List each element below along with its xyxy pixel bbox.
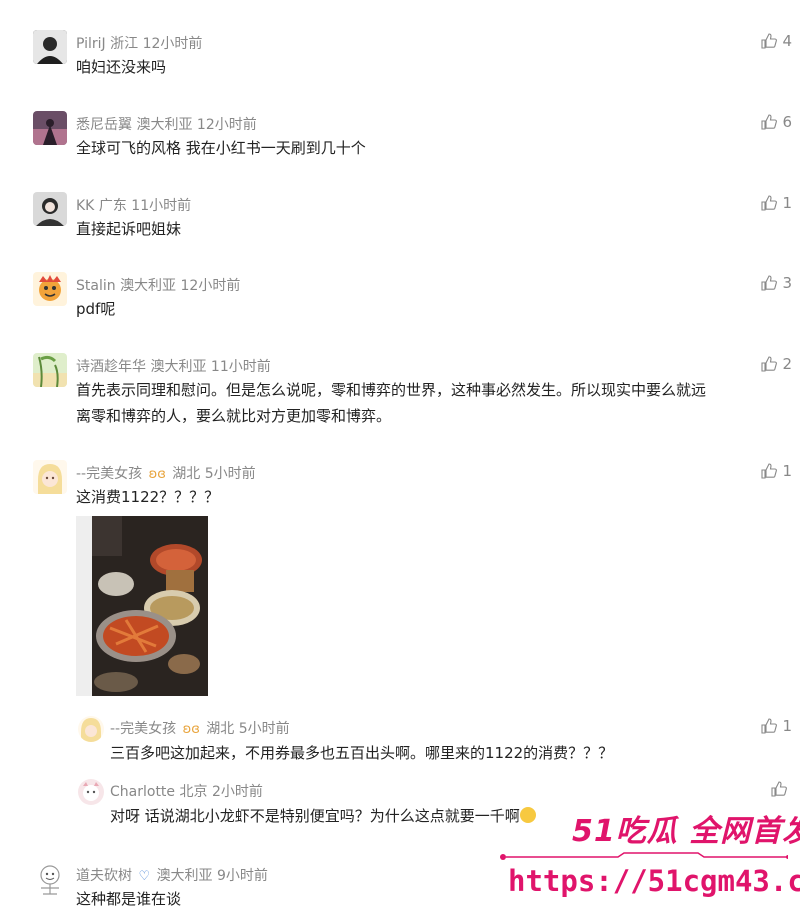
avatar[interactable]	[33, 272, 67, 306]
username[interactable]: Stalin	[76, 278, 116, 294]
like-button[interactable]: 6	[760, 113, 792, 131]
comment-text: 这种都是谁在谈	[76, 890, 182, 908]
like-button[interactable]: 1	[760, 717, 792, 735]
location: 广东	[98, 198, 127, 214]
avatar[interactable]	[78, 716, 104, 742]
timestamp: 9小时前	[217, 868, 268, 884]
watermark-title: 51吃瓜 全网首发	[572, 814, 800, 849]
username[interactable]: PilriJ	[76, 36, 106, 52]
avatar[interactable]	[33, 192, 67, 226]
username[interactable]: Charlotte	[110, 784, 175, 800]
like-button[interactable]: 1	[760, 194, 792, 212]
location: 湖北	[172, 466, 201, 482]
timestamp: 5小时前	[204, 466, 256, 482]
comment-meta: 悉尼岳翼 澳大利亚 12小时前	[76, 114, 257, 134]
thumbs-up-icon	[761, 463, 778, 479]
comment-meta: Charlotte 北京 2小时前	[110, 781, 263, 801]
like-button[interactable]: 1	[760, 462, 792, 480]
comment-meta: PilriJ 浙江 12小时前	[76, 33, 202, 53]
thumbs-up-icon	[761, 195, 778, 211]
watermark-url: https://51cgm43.com	[508, 864, 800, 898]
username[interactable]: --完美女孩	[76, 466, 142, 482]
like-count: 1	[782, 462, 792, 480]
like-count: 1	[782, 717, 792, 735]
like-count: 1	[782, 194, 792, 212]
username[interactable]: KK	[76, 198, 94, 214]
timestamp: 5小时前	[238, 721, 290, 737]
comment-text-line: 离零和博弈的人，要么就比对方更加零和博弈。	[76, 407, 392, 425]
reply-text: 三百多吧这加起来，不用券最多也五百出头啊。哪里来的1122的消费？？？	[110, 744, 614, 762]
thumbs-up-icon	[761, 33, 778, 49]
avatar[interactable]	[33, 862, 67, 896]
like-count: 6	[782, 113, 792, 131]
like-count: 4	[782, 32, 792, 50]
comment-text: 全球可飞的风格 我在小红书一天刷到几十个	[76, 139, 366, 157]
location: 澳大利亚	[120, 278, 177, 294]
comment-meta: 诗酒趁年华 澳大利亚 11小时前	[76, 356, 271, 376]
location: 澳大利亚	[136, 117, 193, 133]
timestamp: 2小时前	[211, 784, 263, 800]
watermark: 51吃瓜 全网首发 https://51cgm43.com	[498, 802, 800, 916]
like-count: 2	[782, 355, 792, 373]
thumbs-up-icon	[761, 275, 778, 291]
location: 浙江	[110, 36, 139, 52]
username[interactable]: 诗酒趁年华	[76, 359, 146, 375]
watermark-circuit-line	[500, 852, 788, 860]
like-button[interactable]: 3	[760, 274, 792, 292]
avatar[interactable]	[33, 111, 67, 145]
comment-meta: 道夫砍树 ♡ 澳大利亚 9小时前	[76, 865, 268, 885]
vip-bow-icon: ʚɞ	[182, 722, 200, 737]
like-button[interactable]	[770, 780, 792, 798]
location: 澳大利亚	[150, 359, 207, 375]
timestamp: 11小时前	[131, 198, 192, 214]
thumbs-up-icon	[761, 718, 778, 734]
vip-shield-icon: ♡	[138, 869, 151, 884]
comment-photo[interactable]	[76, 516, 208, 696]
username[interactable]: --完美女孩	[110, 721, 176, 737]
comment-meta: --完美女孩 ʚɞ 湖北 5小时前	[110, 718, 290, 738]
like-count: 3	[782, 274, 792, 292]
timestamp: 12小时前	[180, 278, 241, 294]
location: 北京	[179, 784, 208, 800]
username[interactable]: 悉尼岳翼	[76, 117, 132, 133]
avatar[interactable]	[33, 460, 67, 494]
thumbs-up-icon	[761, 356, 778, 372]
comment-meta: --完美女孩 ʚɞ 湖北 5小时前	[76, 463, 256, 483]
reply-text: 对呀 话说湖北小龙虾不是特别便宜吗？为什么这点就要一千啊	[110, 803, 536, 829]
thumbs-up-icon	[761, 114, 778, 130]
comment-text: 直接起诉吧姐妹	[76, 220, 182, 238]
like-button[interactable]: 2	[760, 355, 792, 373]
location: 澳大利亚	[156, 868, 213, 884]
comment-text: 咱妇还没来吗	[76, 58, 167, 76]
thumbs-up-icon	[771, 781, 787, 797]
location: 湖北	[206, 721, 235, 737]
avatar[interactable]	[33, 353, 67, 387]
comment-text: pdf呢	[76, 300, 116, 318]
reply-text-content: 对呀 话说湖北小龙虾不是特别便宜吗？为什么这点就要一千啊	[110, 807, 520, 825]
username[interactable]: 道夫砍树	[76, 868, 132, 884]
timestamp: 11小时前	[210, 359, 271, 375]
timestamp: 12小时前	[142, 36, 203, 52]
comment-text: 这消费1122？？？？	[76, 488, 220, 506]
vip-bow-icon: ʚɞ	[148, 467, 166, 482]
comment-text: 首先表示同理和慰问。但是怎么说呢，零和博弈的世界，这种事必然发生。所以现实中要么…	[76, 377, 706, 429]
comment-meta: Stalin 澳大利亚 12小时前	[76, 275, 240, 295]
timestamp: 12小时前	[196, 117, 257, 133]
comment-meta: KK 广东 11小时前	[76, 195, 191, 215]
avatar[interactable]	[33, 30, 67, 64]
comment-text-line: 首先表示同理和慰问。但是怎么说呢，零和博弈的世界，这种事必然发生。所以现实中要么…	[76, 381, 707, 399]
avatar[interactable]	[78, 779, 104, 805]
like-button[interactable]: 4	[760, 32, 792, 50]
